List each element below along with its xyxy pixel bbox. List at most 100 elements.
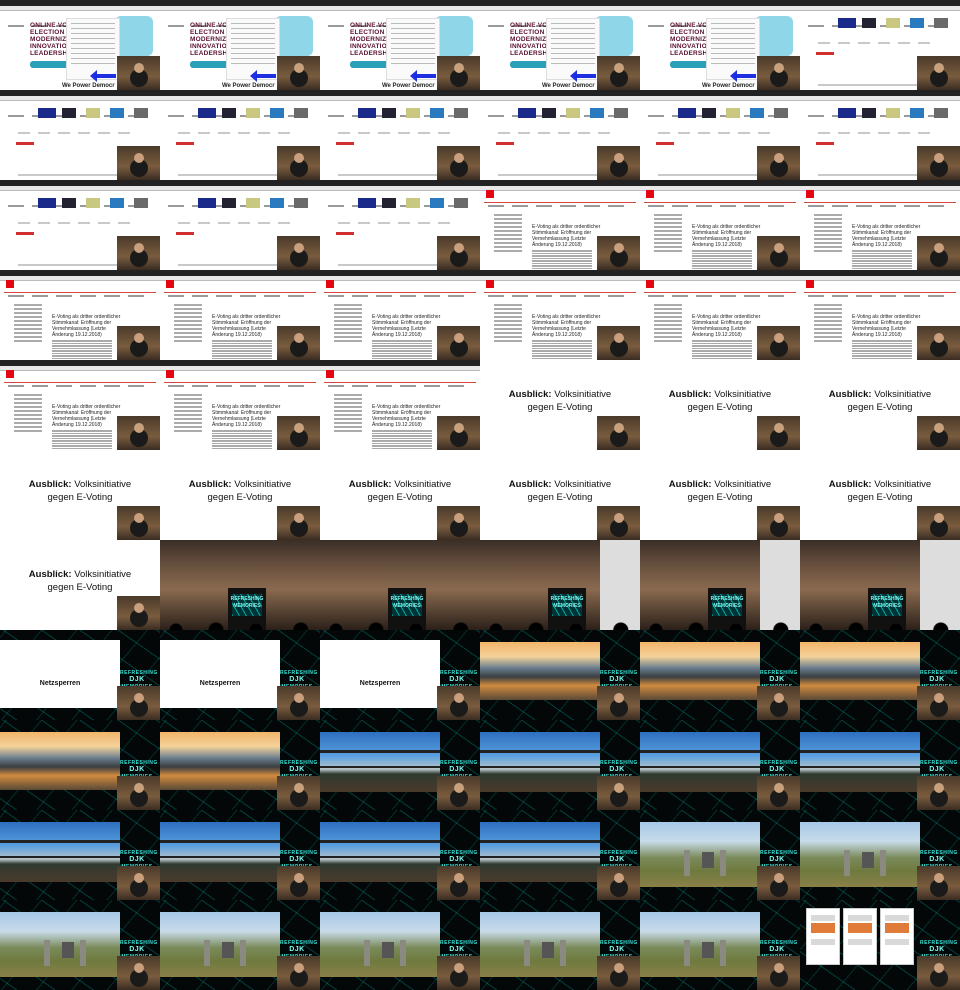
nav-row	[518, 132, 530, 134]
nav-row	[598, 132, 610, 134]
nav-row	[58, 222, 70, 224]
ausblick-bold: Ausblick:	[668, 479, 712, 490]
partner-logo	[270, 108, 284, 118]
menu-item	[391, 58, 435, 59]
frame-sky: REFRESHINGDJKMEMORIES	[800, 720, 960, 810]
body-text-row	[52, 350, 112, 352]
photo-railing	[160, 822, 280, 882]
document-title: E-Voting als dritter ordentlicher Stimmk…	[852, 314, 921, 338]
ausblick-bold: Ausblick:	[828, 479, 872, 490]
swiss-flag-icon	[806, 190, 814, 198]
body-text-row	[532, 255, 592, 257]
ausblick-rest: Volksinitiative	[874, 389, 932, 400]
nav-link	[168, 205, 184, 207]
frame-doc: E-Voting als dritter ordentlicher Stimmk…	[160, 360, 320, 450]
lectern-logo-line2: MEMORIES	[553, 603, 581, 609]
nav-link	[696, 295, 712, 297]
body-text-row	[212, 355, 272, 357]
footer-row	[18, 174, 118, 176]
pointer-arrow	[90, 70, 116, 82]
social-card	[843, 908, 877, 965]
nav-link	[880, 205, 896, 207]
photo-railing	[320, 732, 440, 792]
ausblick-line1: Ausblick: Volksinitiative	[800, 388, 960, 401]
frame-ausblick: Ausblick: Volksinitiative gegen E-Voting	[0, 450, 160, 540]
ausblick-line2: gegen E-Voting	[687, 402, 753, 413]
sidebar-row	[654, 316, 682, 318]
nav-link	[240, 295, 256, 297]
sidebar-row	[334, 320, 362, 322]
event-logo-line2: DJK	[609, 766, 625, 773]
body-text-row	[692, 340, 752, 342]
browser-tabs	[160, 6, 320, 11]
frame-sky: REFRESHINGDJKMEMORIES	[640, 720, 800, 810]
speaker-inset	[757, 506, 800, 540]
footer-row	[818, 174, 918, 176]
card-image	[811, 923, 835, 933]
ausblick-slide-text: Ausblick: Volksinitiative gegen E-Voting	[800, 388, 960, 414]
lectern-logo-line2: MEMORIES	[713, 603, 741, 609]
partner-logo	[406, 108, 420, 118]
speaker-inset	[437, 236, 480, 270]
event-logo-line2: DJK	[929, 766, 945, 773]
frame-doc: E-Voting als dritter ordentlicher Stimmk…	[0, 360, 160, 450]
gate-post	[240, 940, 246, 966]
nav-link	[488, 115, 504, 117]
nav-row	[538, 132, 550, 134]
browser-navbar	[808, 284, 952, 297]
body-text-row	[532, 342, 592, 344]
browser-tabs	[480, 96, 640, 101]
pointer-arrow	[730, 70, 756, 82]
event-logo-line2: DJK	[609, 676, 625, 683]
sidebar-row	[654, 246, 682, 248]
browser-tabs	[160, 366, 320, 371]
partner-logo	[358, 198, 376, 208]
nav-row	[918, 132, 930, 134]
menu-item	[391, 33, 435, 34]
browser-tabs	[640, 6, 800, 11]
partner-logo	[886, 108, 900, 118]
speaker-inset	[117, 416, 160, 450]
photo-railing	[480, 822, 600, 882]
frame-ausblick: Ausblick: Volksinitiative gegen E-Voting	[480, 360, 640, 450]
speaker-inset	[117, 686, 160, 720]
sidebar-row	[494, 308, 522, 310]
event-logo-line2: DJK	[129, 856, 145, 863]
browser-tabs	[160, 96, 320, 101]
browser-tabs	[320, 366, 480, 371]
speaker-inset	[437, 56, 480, 90]
ausblick-rest: Volksinitiative	[714, 389, 772, 400]
partner-logo	[86, 108, 100, 118]
social-card	[880, 908, 914, 965]
nav-row	[238, 222, 250, 224]
body-text-row	[852, 345, 912, 347]
nav-row	[218, 132, 230, 134]
social-cards	[806, 908, 916, 968]
document-title: E-Voting als dritter ordentlicher Stimmk…	[852, 224, 921, 248]
frame-partner	[0, 180, 160, 270]
photo-gate-park	[320, 912, 440, 977]
railing-bar	[480, 750, 600, 753]
sidebar-row	[334, 324, 362, 326]
partner-logo	[614, 108, 628, 118]
swiss-flag-icon	[646, 280, 654, 288]
body-text-row	[692, 252, 752, 254]
speaker-inset	[117, 146, 160, 180]
sidebar-row	[814, 246, 842, 248]
nav-row	[438, 222, 450, 224]
nav-row	[838, 42, 850, 44]
nav-row	[78, 132, 90, 134]
nav-link	[328, 205, 344, 207]
body-text-row	[212, 430, 272, 432]
menu-item	[71, 38, 115, 39]
menu-item	[71, 43, 115, 44]
partner-logo	[430, 198, 444, 208]
nav-link	[328, 25, 344, 27]
nav-link	[536, 295, 552, 297]
frame-hero: ONLINE VOTI ELECTION MODERNIZA INNOVATION LE…	[480, 0, 640, 90]
nav-row	[398, 222, 410, 224]
sidebar-row	[174, 406, 202, 408]
nav-row	[218, 222, 230, 224]
sidebar-row	[654, 308, 682, 310]
nav-link	[584, 205, 600, 207]
